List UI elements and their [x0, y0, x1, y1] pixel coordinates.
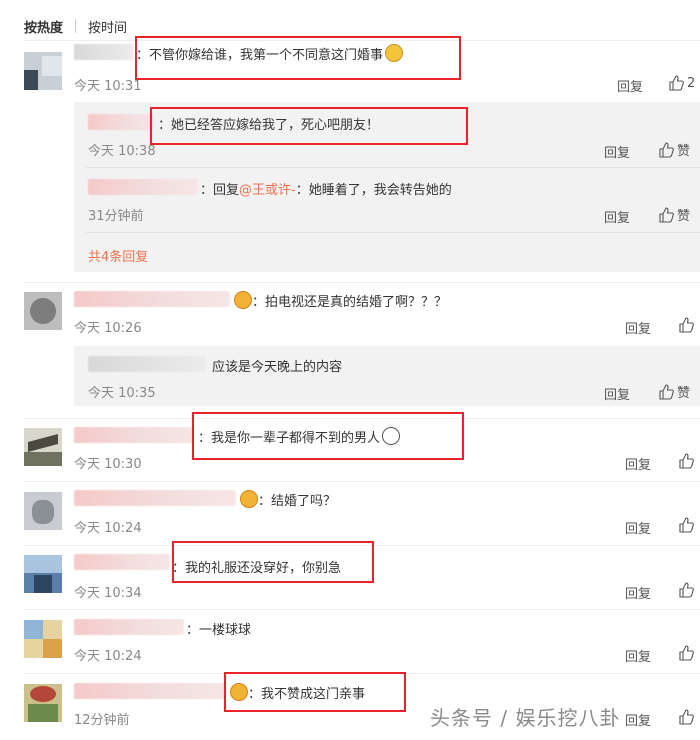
- tab-sort-by-time[interactable]: 按时间: [88, 17, 127, 36]
- username-blurred[interactable]: [74, 683, 226, 699]
- username-blurred[interactable]: [88, 114, 154, 130]
- highlight-box: [224, 672, 406, 712]
- reply-button[interactable]: 回复: [625, 454, 651, 473]
- reply-button[interactable]: 回复: [617, 76, 643, 95]
- like-label: 赞: [677, 386, 691, 401]
- username-blurred[interactable]: [88, 179, 198, 195]
- more-replies-link[interactable]: 共4条回复: [88, 246, 148, 265]
- like-button[interactable]: 2: [668, 75, 695, 91]
- reply-button[interactable]: 回复: [625, 710, 651, 729]
- comment-time: 12分钟前: [74, 713, 130, 728]
- like-button[interactable]: [678, 453, 694, 469]
- avatar[interactable]: [24, 292, 62, 330]
- reply-button[interactable]: 回复: [604, 207, 630, 226]
- highlight-box: [150, 107, 468, 145]
- username-blurred[interactable]: [74, 44, 134, 60]
- emoji-icon: [234, 291, 252, 309]
- avatar[interactable]: [24, 492, 62, 530]
- avatar[interactable]: [24, 52, 62, 90]
- highlight-box: [172, 541, 374, 583]
- highlight-box: [192, 412, 464, 460]
- reply-text: 应该是今天晚上的内容: [212, 360, 343, 375]
- reply-button[interactable]: 回复: [625, 583, 651, 602]
- like-button[interactable]: 赞: [658, 205, 690, 224]
- thumbs-up-icon: [679, 645, 694, 661]
- thumbs-up-icon: [679, 317, 694, 333]
- reply-button[interactable]: 回复: [625, 318, 651, 337]
- like-button[interactable]: [678, 582, 694, 598]
- divider: [24, 609, 700, 610]
- reply-thread: ：她已经答应嫁给我了，死心吧朋友！ 今天 10:38 回复 赞 ：回复@王或许-…: [74, 102, 700, 272]
- username-blurred[interactable]: [88, 356, 206, 372]
- thumbs-up-icon: [659, 141, 674, 158]
- divider: [24, 282, 700, 283]
- comment-time: 今天 10:26: [74, 321, 142, 336]
- comment-time: 今天 10:24: [74, 649, 142, 664]
- username-blurred[interactable]: [74, 619, 184, 635]
- reply-prefix: ：回复: [200, 183, 240, 198]
- like-label: 赞: [677, 144, 691, 159]
- like-button[interactable]: 赞: [658, 382, 690, 401]
- emoji-icon: [240, 490, 258, 508]
- thumbs-up-icon: [679, 517, 694, 533]
- avatar[interactable]: [24, 555, 62, 593]
- username-blurred[interactable]: [74, 427, 194, 443]
- comment-text: ：拍电视还是真的结婚了啊？？？: [252, 295, 448, 310]
- like-button[interactable]: 赞: [658, 140, 690, 159]
- avatar[interactable]: [24, 620, 62, 658]
- comment-text: ：一楼球球: [186, 623, 252, 638]
- divider: [86, 232, 700, 233]
- comment-time: 今天 10:31: [74, 79, 142, 94]
- comment-time: 今天 10:30: [74, 457, 142, 472]
- sort-tabs: 按热度 按时间: [24, 16, 127, 36]
- thumbs-up-icon: [679, 582, 694, 598]
- reply-button[interactable]: 回复: [604, 142, 630, 161]
- reply-button[interactable]: 回复: [625, 518, 651, 537]
- highlight-box: [135, 36, 461, 80]
- thumbs-up-icon: [659, 206, 674, 223]
- username-blurred[interactable]: [74, 554, 170, 570]
- reply-time: 31分钟前: [88, 209, 144, 224]
- thumbs-up-icon: [669, 75, 684, 91]
- reply-time: 今天 10:35: [88, 386, 156, 401]
- username-blurred[interactable]: [74, 490, 236, 506]
- like-label: 赞: [677, 209, 691, 224]
- reply-thread: 应该是今天晚上的内容 今天 10:35 回复 赞: [74, 346, 700, 406]
- thumbs-up-icon: [659, 383, 674, 400]
- like-button[interactable]: [678, 645, 694, 661]
- reply-text: ：她睡着了，我会转告她的: [295, 183, 452, 198]
- thumbs-up-icon: [679, 453, 694, 469]
- username-blurred[interactable]: [74, 291, 230, 307]
- tab-divider: [75, 19, 77, 33]
- avatar[interactable]: [24, 428, 62, 466]
- watermark: 头条号 / 娱乐挖八卦: [430, 706, 621, 730]
- mention-link[interactable]: @王或许-: [239, 183, 296, 198]
- reply-button[interactable]: 回复: [604, 384, 630, 403]
- comment-text: ：结婚了吗？: [258, 494, 337, 509]
- comment-time: 今天 10:24: [74, 521, 142, 536]
- like-button[interactable]: [678, 709, 694, 725]
- like-button[interactable]: [678, 517, 694, 533]
- like-button[interactable]: [678, 317, 694, 333]
- thumbs-up-icon: [679, 709, 694, 725]
- divider: [24, 481, 700, 482]
- tab-sort-by-hot[interactable]: 按热度: [24, 17, 63, 36]
- avatar[interactable]: [24, 684, 62, 722]
- divider: [86, 167, 700, 168]
- like-count: 2: [687, 75, 696, 91]
- reply-button[interactable]: 回复: [625, 646, 651, 665]
- reply-time: 今天 10:38: [88, 144, 156, 159]
- comment-time: 今天 10:34: [74, 586, 142, 601]
